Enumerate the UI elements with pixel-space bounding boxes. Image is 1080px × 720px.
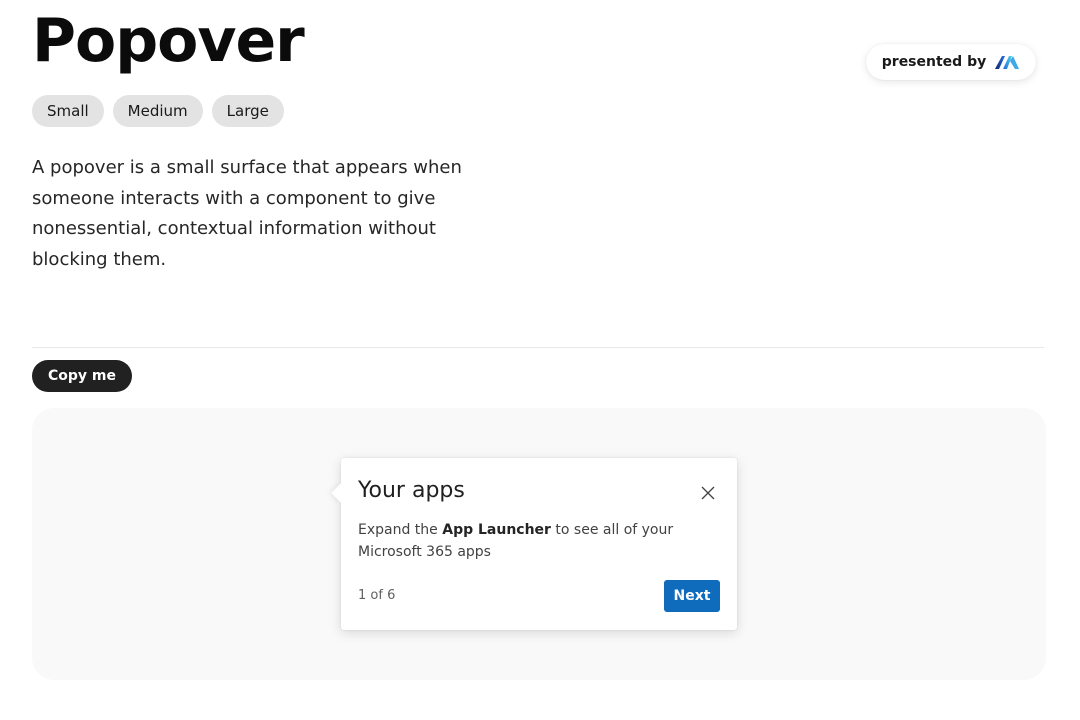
- popover-title: Your apps: [358, 478, 465, 503]
- next-button[interactable]: Next: [664, 580, 720, 612]
- page: Popover presented by Small Medium Large …: [0, 0, 1080, 720]
- popover-body: Expand the App Launcher to see all of yo…: [358, 519, 718, 563]
- popover-body-bold: App Launcher: [442, 522, 551, 538]
- monday-logo-icon: [994, 53, 1020, 71]
- popover: Your apps Expand the App Launcher to see…: [331, 458, 737, 630]
- chip-small[interactable]: Small: [32, 95, 104, 127]
- popover-body-prefix: Expand the: [358, 522, 443, 538]
- copy-me-button[interactable]: Copy me: [32, 360, 132, 392]
- presented-by-badge[interactable]: presented by: [866, 44, 1036, 80]
- chip-medium[interactable]: Medium: [112, 95, 203, 127]
- popover-step-counter: 1 of 6: [358, 588, 396, 603]
- presented-by-label: presented by: [881, 54, 987, 70]
- page-title: Popover: [32, 6, 305, 76]
- section-divider: [32, 347, 1044, 348]
- close-icon[interactable]: [697, 482, 719, 504]
- size-chip-group: Small Medium Large: [32, 95, 284, 127]
- component-description: A popover is a small surface that appear…: [32, 157, 462, 270]
- chip-large[interactable]: Large: [211, 95, 284, 127]
